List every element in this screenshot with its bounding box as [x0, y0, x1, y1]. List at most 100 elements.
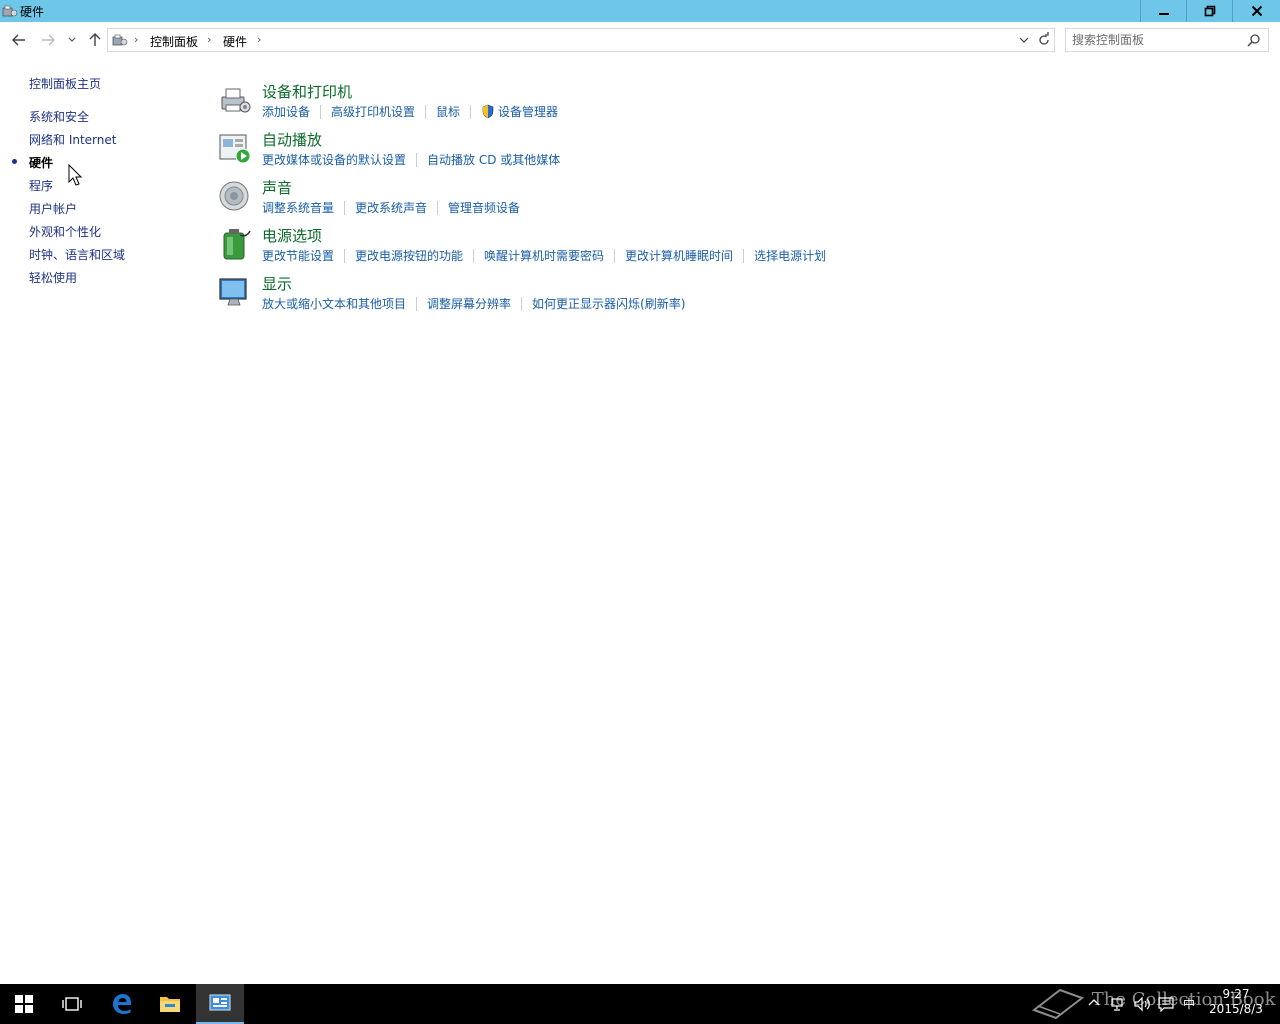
monitor-icon — [219, 278, 247, 306]
chevron-down-icon — [68, 37, 76, 42]
breadcrumb-hardware[interactable]: 硬件 — [223, 33, 247, 50]
restore-icon — [1204, 5, 1215, 17]
nav-clock-language-region[interactable]: 时钟、语言和区域 — [29, 246, 125, 263]
up-button[interactable] — [85, 30, 105, 50]
link-change-power-button-function[interactable]: 更改电源按钮的功能 — [355, 247, 463, 264]
link-change-system-sounds[interactable]: 更改系统声音 — [355, 199, 427, 216]
link-device-manager[interactable]: 设备管理器 — [498, 103, 558, 120]
window-title: 硬件 — [20, 5, 45, 19]
link-separator — [344, 200, 346, 215]
link-separator — [521, 296, 523, 311]
link-change-media-defaults[interactable]: 更改媒体或设备的默认设置 — [262, 151, 406, 168]
close-icon — [1251, 5, 1262, 17]
start-button[interactable] — [0, 984, 48, 1024]
link-separator — [470, 104, 472, 119]
link-separator — [425, 104, 427, 119]
search-input[interactable] — [1072, 32, 1242, 48]
category-links: 添加设备 高级打印机设置 鼠标 设备管理器 — [262, 103, 558, 120]
category-sound: 声音 调整系统音量 更改系统声音 管理音频设备 — [218, 177, 918, 223]
nav-user-accounts[interactable]: 用户帐户 — [29, 200, 77, 217]
category-links: 放大或缩小文本和其他项目 调整屏幕分辨率 如何更正显示器闪烁(刷新率) — [262, 295, 685, 312]
link-separator — [614, 248, 616, 263]
address-bar[interactable]: › 控制面板 › 硬件 › — [107, 28, 1055, 52]
battery-icon — [223, 229, 251, 260]
folder-icon — [160, 997, 180, 1012]
category-links: 更改节能设置 更改电源按钮的功能 唤醒计算机时需要密码 更改计算机睡眠时间 选择… — [262, 247, 826, 264]
category-display: 显示 放大或缩小文本和其他项目 调整屏幕分辨率 如何更正显示器闪烁(刷新率) — [218, 273, 918, 319]
category-power-options: 电源选项 更改节能设置 更改电源按钮的功能 唤醒计算机时需要密码 更改计算机睡眠… — [218, 225, 918, 271]
link-separator — [473, 248, 475, 263]
link-fix-monitor-flicker[interactable]: 如何更正显示器闪烁(刷新率) — [532, 295, 685, 312]
taskbar-file-explorer[interactable] — [146, 984, 194, 1024]
link-choose-power-plan[interactable]: 选择电源计划 — [754, 247, 826, 264]
breadcrumb-separator[interactable]: › — [207, 33, 211, 46]
link-change-power-saving-settings[interactable]: 更改节能设置 — [262, 247, 334, 264]
nav-system-and-security[interactable]: 系统和安全 — [29, 108, 89, 125]
task-view-icon — [62, 997, 82, 1011]
nav-appearance-and-personalization[interactable]: 外观和个性化 — [29, 223, 101, 240]
link-separator — [416, 296, 418, 311]
category-autoplay: 自动播放 更改媒体或设备的默认设置 自动播放 CD 或其他媒体 — [218, 129, 918, 175]
category-title-power-options[interactable]: 电源选项 — [262, 225, 322, 246]
watermark-text: The Collection Book — [1091, 989, 1276, 1010]
category-title-devices-and-printers[interactable]: 设备和打印机 — [262, 81, 352, 102]
link-resize-text[interactable]: 放大或缩小文本和其他项目 — [262, 295, 406, 312]
nav-hardware[interactable]: 硬件 — [29, 154, 53, 171]
nav-programs[interactable]: 程序 — [29, 177, 53, 194]
link-separator — [437, 200, 439, 215]
link-add-device[interactable]: 添加设备 — [262, 103, 310, 120]
taskbar-control-panel[interactable] — [196, 984, 244, 1024]
link-separator — [344, 248, 346, 263]
minimize-button[interactable] — [1140, 0, 1186, 22]
speaker-icon — [219, 181, 249, 211]
control-panel-taskbar-icon — [209, 994, 231, 1011]
uac-shield-icon — [482, 104, 494, 119]
back-button[interactable] — [9, 30, 29, 50]
minimize-icon — [1158, 13, 1169, 15]
book-watermark-icon — [1031, 988, 1085, 1020]
taskbar-edge-browser[interactable] — [98, 984, 146, 1024]
link-adjust-system-volume[interactable]: 调整系统音量 — [262, 199, 334, 216]
title-bar: 硬件 — [0, 0, 1280, 22]
link-separator — [320, 104, 322, 119]
link-mouse[interactable]: 鼠标 — [436, 103, 460, 120]
link-manage-audio-devices[interactable]: 管理音频设备 — [448, 199, 520, 216]
up-arrow-icon — [89, 33, 101, 46]
breadcrumb-separator[interactable]: › — [257, 33, 261, 46]
link-adjust-screen-resolution[interactable]: 调整屏幕分辨率 — [427, 295, 511, 312]
nav-network-and-internet[interactable]: 网络和 Internet — [29, 131, 116, 148]
current-item-bullet — [12, 159, 17, 164]
category-title-autoplay[interactable]: 自动播放 — [262, 129, 322, 150]
refresh-icon[interactable] — [1037, 32, 1051, 48]
breadcrumb-control-panel[interactable]: 控制面板 — [150, 33, 198, 50]
link-require-password-on-wake[interactable]: 唤醒计算机时需要密码 — [484, 247, 604, 264]
nav-control-panel-home[interactable]: 控制面板主页 — [29, 75, 101, 92]
forward-button[interactable] — [38, 30, 58, 50]
recent-locations-button[interactable] — [62, 30, 82, 50]
link-separator — [416, 152, 418, 167]
navigation-bar: › 控制面板 › 硬件 › — [0, 22, 1280, 58]
task-view-button[interactable] — [48, 984, 96, 1024]
search-icon[interactable] — [1247, 33, 1261, 47]
close-button[interactable] — [1232, 0, 1280, 22]
restore-button[interactable] — [1186, 0, 1232, 22]
edge-browser-icon — [113, 994, 132, 1014]
link-advanced-printer-setup[interactable]: 高级打印机设置 — [331, 103, 415, 120]
category-title-sound[interactable]: 声音 — [262, 177, 292, 198]
link-change-sleep-time[interactable]: 更改计算机睡眠时间 — [625, 247, 733, 264]
category-title-display[interactable]: 显示 — [262, 273, 292, 294]
nav-ease-of-access[interactable]: 轻松使用 — [29, 269, 77, 286]
address-dropdown-icon[interactable] — [1018, 33, 1030, 47]
link-separator — [743, 248, 745, 263]
control-panel-app-icon — [2, 5, 18, 17]
autoplay-icon — [219, 134, 251, 164]
category-devices-and-printers: 设备和打印机 添加设备 高级打印机设置 鼠标 设备管理器 — [218, 81, 918, 127]
breadcrumb-separator[interactable]: › — [134, 33, 138, 46]
category-links: 调整系统音量 更改系统声音 管理音频设备 — [262, 199, 520, 216]
search-box[interactable] — [1065, 28, 1269, 52]
printer-icon — [221, 88, 251, 113]
link-autoplay-cd[interactable]: 自动播放 CD 或其他媒体 — [427, 151, 560, 168]
watermark: The Collection Book — [1030, 980, 1276, 1020]
windows-logo-icon — [15, 995, 33, 1013]
category-links: 更改媒体或设备的默认设置 自动播放 CD 或其他媒体 — [262, 151, 560, 168]
